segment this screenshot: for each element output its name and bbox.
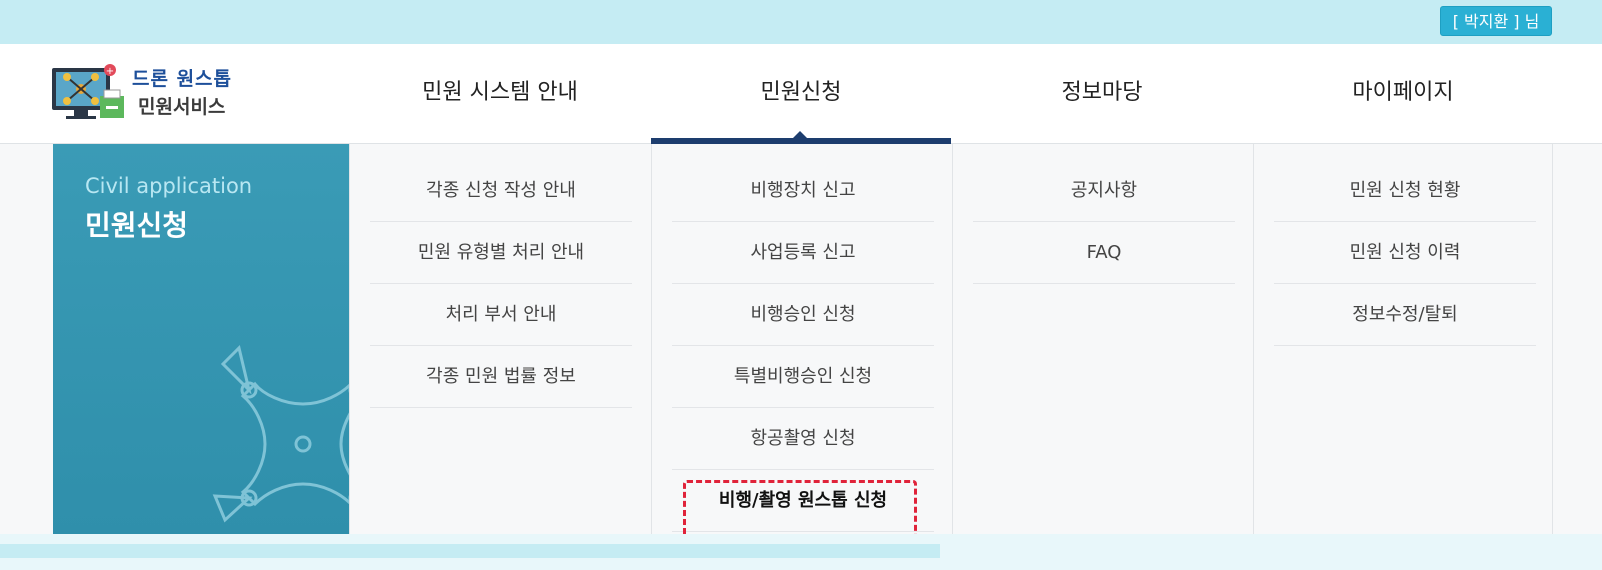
logo-title: 드론 원스톱: [132, 68, 233, 90]
svg-text:+: +: [106, 66, 114, 77]
menu-column-system-guide: 각종 신청 작성 안내 민원 유형별 처리 안내 처리 부서 안내 각종 민원 …: [349, 144, 651, 534]
menu-item-application-history[interactable]: 민원 신청 이력: [1274, 222, 1536, 284]
menu-item-aircraft-report[interactable]: 비행장치 신고: [672, 160, 934, 222]
bottom-band: [0, 544, 940, 558]
menu-column-mypage: 민원 신청 현황 민원 신청 이력 정보수정/탈퇴: [1253, 144, 1553, 534]
nav-item-info[interactable]: 정보마당: [952, 44, 1252, 144]
menu-item-notice[interactable]: 공지사항: [973, 160, 1235, 222]
menu-item-department-guide[interactable]: 처리 부서 안내: [370, 284, 632, 346]
menu-item-type-guide[interactable]: 민원 유형별 처리 안내: [370, 222, 632, 284]
drone-outline-icon: [212, 345, 349, 523]
menu-item-form-guide[interactable]: 각종 신청 작성 안내: [370, 160, 632, 222]
site-logo[interactable]: + 드론 원스톱 민원서비스: [52, 64, 242, 126]
menu-item-application-status[interactable]: 민원 신청 현황: [1274, 160, 1536, 222]
highlight-annotation: [683, 480, 917, 538]
section-english-title: Civil application: [85, 174, 253, 198]
nav-item-system-guide[interactable]: 민원 시스템 안내: [350, 44, 650, 144]
header: + 드론 원스톱 민원서비스 민원 시스템 안내 민원신청 정보마당 마이페이지: [0, 44, 1602, 144]
user-badge[interactable]: [ 박지환 ] 님: [1440, 6, 1552, 36]
menu-column-info: 공지사항 FAQ: [952, 144, 1253, 534]
menu-item-flight-approval[interactable]: 비행승인 신청: [672, 284, 934, 346]
top-utility-bar: [ 박지환 ] 님: [0, 0, 1602, 44]
menu-item-aerial-photo[interactable]: 항공촬영 신청: [672, 408, 934, 470]
menu-item-business-report[interactable]: 사업등록 신고: [672, 222, 934, 284]
mega-menu: Civil application 민원신청 각종 신청 작성 안내 민원 유형…: [0, 144, 1602, 534]
logo-subtitle: 민원서비스: [138, 96, 226, 118]
nav-item-application[interactable]: 민원신청: [651, 44, 951, 144]
menu-item-edit-withdraw[interactable]: 정보수정/탈퇴: [1274, 284, 1536, 346]
section-panel: Civil application 민원신청: [53, 144, 349, 534]
menu-column-application: 비행장치 신고 사업등록 신고 비행승인 신청 특별비행승인 신청 항공촬영 신…: [651, 144, 952, 534]
menu-item-faq[interactable]: FAQ: [973, 222, 1235, 284]
menu-item-law-info[interactable]: 각종 민원 법률 정보: [370, 346, 632, 408]
nav-item-mypage[interactable]: 마이페이지: [1253, 44, 1553, 144]
section-title: 민원신청: [85, 209, 189, 242]
drone-monitor-logo-icon: +: [52, 64, 124, 119]
menu-item-special-flight-approval[interactable]: 특별비행승인 신청: [672, 346, 934, 408]
